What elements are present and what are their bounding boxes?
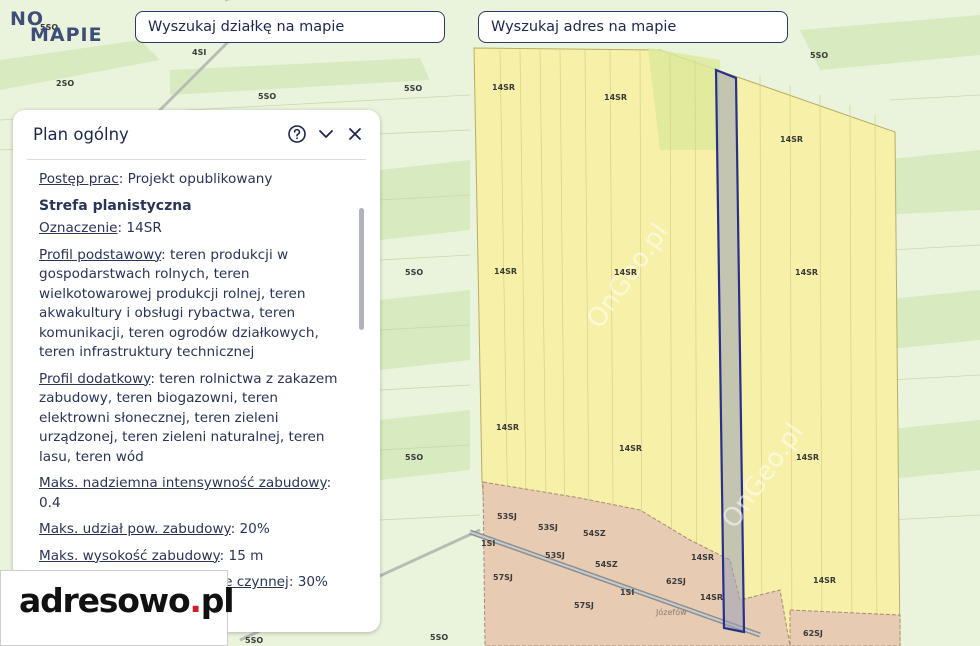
info-row-designation: Oznaczenie: 14SR [39, 219, 339, 239]
zone-label: 57SJ [574, 601, 594, 610]
zone-label: 5SO [405, 268, 423, 277]
plan-info-panel: Plan ogólny Postęp prac: Projekt opublik… [13, 110, 380, 632]
info-label[interactable]: Postęp prac [39, 171, 119, 187]
zone-label: 14SR [619, 444, 642, 453]
zone-label: 62SJ [803, 629, 823, 638]
zone-label: 14SR [795, 268, 818, 277]
zone-label: 5SO [430, 633, 448, 642]
zone-label: 14SR [796, 453, 819, 462]
zone-label: 5SO [245, 636, 263, 645]
zone-label: 2SO [56, 79, 74, 88]
info-row-additional-profile: Profil dodatkowy: teren rolnictwa z zaka… [39, 370, 339, 468]
panel-body: Postęp prac: Projekt opublikowany Strefa… [39, 170, 339, 600]
panel-scrollbar-thumb[interactable] [359, 208, 364, 330]
info-row-intensity: Maks. nadziemna intensywność zabudowy: 0… [39, 474, 339, 513]
zone-label: 53SJ [497, 512, 517, 521]
zone-label: 62SJ [666, 577, 686, 586]
adresowo-brand: adresowo [19, 581, 191, 620]
zone-label: 4SI [192, 48, 206, 57]
zone-label: 14SR [813, 576, 836, 585]
zone-label: 14SR [780, 135, 803, 144]
place-label: Józefów [655, 607, 687, 617]
info-label[interactable]: Maks. wysokość zabudowy [39, 548, 220, 564]
info-value: : 20% [230, 521, 270, 537]
info-value: : 15 m [219, 547, 264, 564]
info-label[interactable]: Profil podstawowy [39, 247, 161, 263]
adresowo-tld: pl [200, 581, 235, 620]
zone-label: 54SZ [583, 529, 606, 538]
zone-label: 1SI [620, 588, 634, 597]
zone-label: 54SZ [595, 560, 618, 569]
zone-label: 57SJ [493, 573, 513, 582]
zone-label: 14SR [496, 423, 519, 432]
zone-label: 5SO [404, 84, 422, 93]
zone-label: 14SR [492, 83, 515, 92]
zone-label: 14SR [700, 593, 723, 602]
zone-green-wedge [648, 48, 720, 150]
panel-title: Plan ogólny [33, 125, 129, 144]
zone-label: 14SR [604, 93, 627, 102]
info-row-building-share: Maks. udział pow. zabudowy: 20% [39, 520, 339, 540]
zone-label: 1SI [481, 539, 495, 548]
section-heading: Strefa planistyczna [39, 197, 192, 214]
info-value: : Projekt opublikowany [118, 171, 273, 187]
help-icon[interactable] [286, 123, 308, 145]
panel-divider [27, 159, 366, 160]
info-row-basic-profile: Profil podstawowy: teren produkcji w gos… [39, 246, 339, 363]
info-value: : 14SR [117, 220, 162, 236]
info-label[interactable]: Oznaczenie [39, 220, 118, 236]
nomapie-logo[interactable]: NO MAPIE [10, 8, 110, 48]
info-row-progress: Postęp prac: Projekt opublikowany [39, 170, 339, 190]
info-value: : 30% [288, 574, 328, 590]
zone-label: 14SR [691, 553, 714, 562]
chevron-down-icon[interactable] [315, 123, 337, 145]
adresowo-dot: . [189, 581, 202, 620]
panel-header: Plan ogólny [13, 110, 380, 160]
zone-label: 5SO [258, 92, 276, 101]
zone-label: 14SR [494, 267, 517, 276]
zone-label: 53SJ [545, 551, 565, 560]
info-label[interactable]: Maks. nadziemna intensywność zabudowy [39, 475, 327, 491]
zone-label: 53SJ [538, 523, 558, 532]
adresowo-logo[interactable]: adresowo.pl [0, 570, 234, 646]
info-label[interactable]: Maks. udział pow. zabudowy [39, 521, 231, 537]
address-search-input[interactable]: Wyszukaj adres na mapie [478, 11, 788, 43]
logo-text-line2: MAPIE [30, 24, 103, 46]
zone-label: 5SO [405, 453, 423, 462]
close-icon[interactable] [344, 123, 366, 145]
address-search-placeholder: Wyszukaj adres na mapie [491, 19, 677, 35]
info-label[interactable]: Profil dodatkowy [39, 371, 150, 387]
info-row-building-height: Maks. wysokość zabudowy: 15 m [39, 547, 339, 567]
zone-residential-area-right[interactable] [789, 609, 901, 646]
zone-label: 14SR [614, 268, 637, 277]
parcel-search-placeholder: Wyszukaj działkę na mapie [148, 19, 345, 35]
zone-label: 5SO [810, 51, 828, 60]
adresowo-logo-text: adresowo.pl [19, 581, 235, 620]
info-value: : teren produkcji w gospodarstwach rolny… [39, 246, 319, 361]
parcel-search-input[interactable]: Wyszukaj działkę na mapie [135, 11, 445, 43]
